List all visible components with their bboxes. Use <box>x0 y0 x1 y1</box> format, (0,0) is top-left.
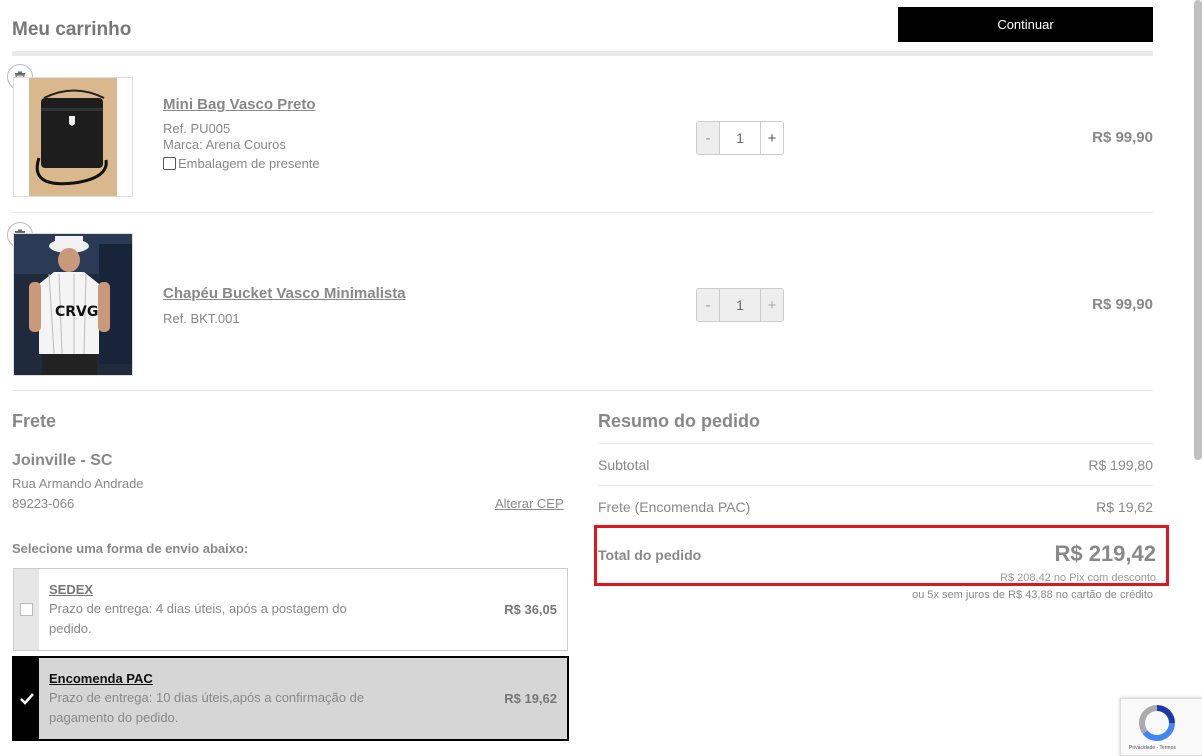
gift-wrap-label: Embalagem de presente <box>178 156 320 171</box>
item-divider <box>12 390 1153 391</box>
quantity-input[interactable]: 1 <box>719 289 760 321</box>
shipping-option-price: R$ 36,05 <box>504 602 557 617</box>
decrease-quantity-button[interactable]: - <box>697 289 719 321</box>
checkmark-icon <box>19 692 34 705</box>
cart-item: CRVG Chapéu Bucket Vasco Minimalista Ref… <box>0 218 1160 383</box>
svg-text:CRVG: CRVG <box>55 304 98 320</box>
cart-item: Mini Bag Vasco Preto Ref. PU005 Marca: A… <box>0 60 1160 210</box>
quantity-input[interactable]: 1 <box>719 122 760 154</box>
continue-button[interactable]: Continuar <box>898 7 1153 42</box>
shipping-option-price: R$ 19,62 <box>504 691 557 706</box>
gift-wrap-checkbox[interactable] <box>163 157 176 170</box>
shipping-option-desc: Prazo de entrega: 10 dias úteis,após a c… <box>49 690 365 725</box>
product-name-link[interactable]: Chapéu Bucket Vasco Minimalista <box>163 285 406 302</box>
shipping-title: Frete <box>12 411 57 431</box>
scrollbar[interactable] <box>1194 0 1202 460</box>
shipping-select-label: Selecione uma forma de envio abaixo: <box>12 541 249 556</box>
summary-divider <box>598 485 1153 486</box>
shipping-option-name: Encomenda PAC <box>49 671 153 686</box>
pix-discount-note: R$ 208,42 no Pix com desconto <box>1000 572 1156 584</box>
gift-wrap-option[interactable]: Embalagem de presente <box>163 156 320 171</box>
item-price: R$ 99,90 <box>1092 129 1153 146</box>
recaptcha-badge[interactable]: Privacidade - Termos <box>1120 698 1202 756</box>
quantity-stepper: - 1 + <box>696 121 784 155</box>
quantity-stepper: - 1 + <box>696 288 784 322</box>
change-cep-link[interactable]: Alterar CEP <box>495 496 564 511</box>
product-brand: Marca: Arena Couros <box>163 137 286 152</box>
shipping-city: Joinville - SC <box>12 452 113 469</box>
shipping-option-checkbox[interactable] <box>14 569 39 650</box>
total-label: Total do pedido <box>598 547 702 563</box>
shipping-option-checkbox[interactable] <box>14 658 39 739</box>
product-ref: Ref. BKT.001 <box>163 311 240 326</box>
recaptcha-footer[interactable]: Privacidade - Termos <box>1129 745 1176 751</box>
product-image[interactable] <box>13 77 133 197</box>
shipping-cost-value: R$ 19,62 <box>1096 499 1153 515</box>
increase-quantity-button[interactable]: + <box>760 289 783 321</box>
shipping-option-name: SEDEX <box>49 582 94 597</box>
product-name-link[interactable]: Mini Bag Vasco Preto <box>163 96 316 113</box>
total-highlight-box: Total do pedido R$ 219,42 R$ 208,42 no P… <box>594 525 1169 586</box>
header-divider <box>12 51 1153 56</box>
shipping-cep: 89223-066 <box>12 496 75 511</box>
shipping-option-desc: Prazo de entrega: 4 dias úteis, após a p… <box>49 601 347 636</box>
shipping-cost-label: Frete (Encomenda PAC) <box>598 499 751 515</box>
total-value: R$ 219,42 <box>1054 541 1156 566</box>
subtotal-label: Subtotal <box>598 457 650 473</box>
subtotal-value: R$ 199,80 <box>1088 457 1153 473</box>
summary-divider <box>598 443 1153 444</box>
item-price: R$ 99,90 <box>1092 296 1153 313</box>
increase-quantity-button[interactable]: + <box>760 122 783 154</box>
page-title: Meu carrinho <box>12 19 132 40</box>
shipping-option-pac[interactable]: Encomenda PAC Prazo de entrega: 10 dias … <box>12 656 569 741</box>
shipping-option-sedex[interactable]: SEDEX Prazo de entrega: 4 dias úteis, ap… <box>13 568 568 651</box>
recaptcha-logo-icon <box>1139 705 1175 741</box>
shipping-street: Rua Armando Andrade <box>12 476 144 491</box>
installments-note: ou 5x sem juros de R$ 43,88 no cartão de… <box>912 589 1153 601</box>
product-ref: Ref. PU005 <box>163 121 231 136</box>
summary-title: Resumo do pedido <box>598 411 760 431</box>
item-divider <box>12 212 1153 213</box>
decrease-quantity-button[interactable]: - <box>697 122 719 154</box>
product-image[interactable]: CRVG <box>13 233 133 376</box>
